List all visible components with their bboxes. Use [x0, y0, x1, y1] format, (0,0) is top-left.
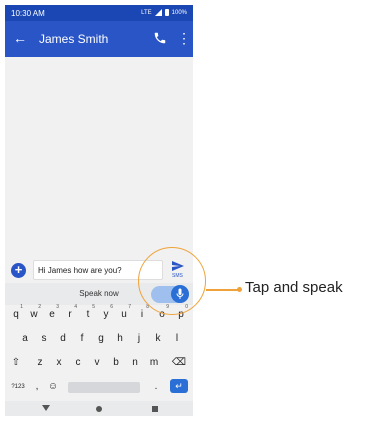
battery-level: 100%: [171, 9, 187, 16]
app-bar: ← James Smith ⋮: [5, 21, 193, 57]
period-key[interactable]: .: [148, 377, 164, 397]
enter-icon[interactable]: ↵: [170, 379, 188, 393]
key-i[interactable]: i8: [134, 304, 150, 325]
key-v[interactable]: v: [89, 353, 105, 373]
navigation-bar: [5, 401, 193, 416]
key-n[interactable]: n: [127, 353, 143, 373]
keyboard-row-2: a s d f g h j k l: [5, 329, 193, 349]
status-bar: 10:30 AM LTE 100%: [5, 5, 193, 21]
callout-dot: [237, 287, 242, 292]
key-d[interactable]: d: [55, 329, 71, 349]
comma-key[interactable]: ,: [29, 377, 45, 397]
key-t[interactable]: t5: [80, 304, 96, 325]
nav-back-icon[interactable]: [42, 405, 50, 411]
key-y[interactable]: y6: [98, 304, 114, 325]
callout-label: Tap and speak: [245, 279, 343, 296]
shift-icon[interactable]: ⇧: [8, 353, 24, 373]
signal-icon: [154, 9, 162, 16]
key-f[interactable]: f: [74, 329, 90, 349]
key-l[interactable]: l: [169, 329, 185, 349]
add-attachment-button[interactable]: +: [11, 263, 26, 278]
emoji-icon[interactable]: ☺: [45, 377, 61, 397]
key-k[interactable]: k: [150, 329, 166, 349]
symbols-key[interactable]: ?123: [8, 377, 28, 397]
key-s[interactable]: s: [36, 329, 52, 349]
backspace-icon[interactable]: ⌫: [171, 353, 187, 373]
keyboard-row-3: ⇧ z x c v b n m ⌫: [5, 353, 193, 373]
keyboard: q1 w2 e3 r4 t5 y6 u7 i8 o9 p0 a s d f g …: [5, 304, 193, 401]
space-bar[interactable]: [68, 382, 140, 393]
nav-home-icon[interactable]: [96, 406, 102, 412]
key-h[interactable]: h: [112, 329, 128, 349]
status-time: 10:30 AM: [11, 9, 45, 18]
callout-highlight-circle: [138, 247, 206, 315]
phone-screen: 10:30 AM LTE 100% ← James Smith ⋮ + Hi J…: [5, 5, 193, 416]
conversation-area: [5, 57, 193, 257]
key-j[interactable]: j: [131, 329, 147, 349]
key-w[interactable]: w2: [26, 304, 42, 325]
key-r[interactable]: r4: [62, 304, 78, 325]
key-b[interactable]: b: [108, 353, 124, 373]
callout-line: [206, 289, 239, 291]
battery-icon: [164, 9, 169, 16]
more-options-icon[interactable]: ⋮: [177, 30, 191, 46]
call-icon[interactable]: [153, 31, 167, 50]
key-m[interactable]: m: [146, 353, 162, 373]
status-indicators: LTE 100%: [141, 9, 187, 16]
nav-recents-icon[interactable]: [152, 406, 158, 412]
contact-name: James Smith: [39, 32, 109, 46]
key-u[interactable]: u7: [116, 304, 132, 325]
keyboard-row-4: ?123 , ☺ . ↵: [5, 377, 193, 397]
key-q[interactable]: q1: [8, 304, 24, 325]
key-a[interactable]: a: [17, 329, 33, 349]
key-x[interactable]: x: [51, 353, 67, 373]
key-g[interactable]: g: [93, 329, 109, 349]
network-label: LTE: [141, 9, 152, 16]
key-c[interactable]: c: [70, 353, 86, 373]
back-arrow-icon[interactable]: ←: [13, 30, 27, 46]
key-e[interactable]: e3: [44, 304, 60, 325]
key-z[interactable]: z: [32, 353, 48, 373]
